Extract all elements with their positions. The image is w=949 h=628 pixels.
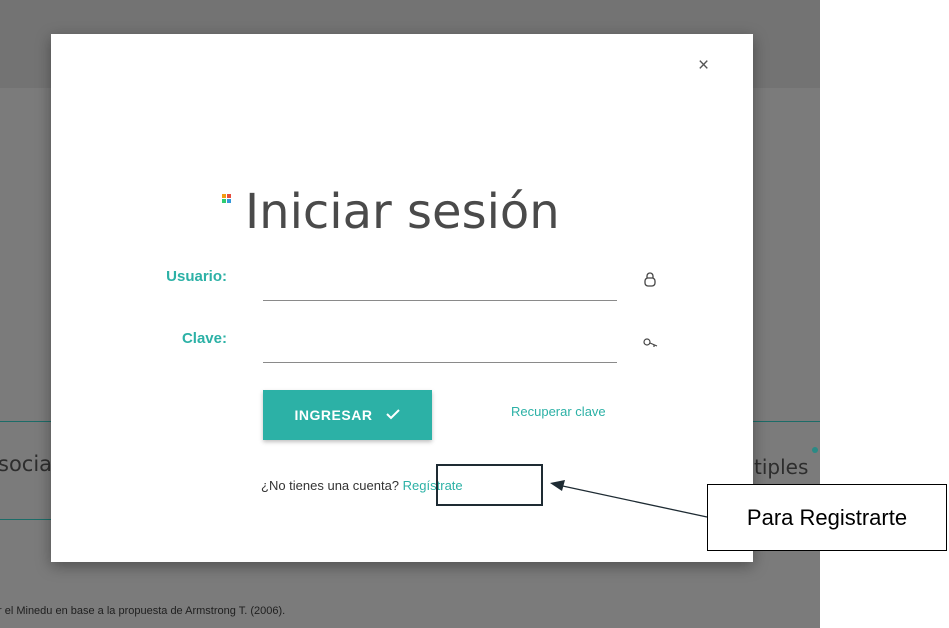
login-button[interactable]: INGRESAR: [263, 390, 432, 440]
modal-title: Iniciar sesión: [245, 184, 560, 240]
page-backdrop: socia tiples r el Minedu en base a la pr…: [0, 0, 820, 628]
callout-box: Para Registrarte: [707, 484, 947, 551]
background-card-title-left: socia: [0, 452, 53, 476]
brand-logo-icon: [222, 194, 232, 204]
username-input[interactable]: [263, 270, 617, 301]
register-highlight-box: [436, 464, 543, 506]
password-input[interactable]: [263, 332, 617, 363]
close-icon[interactable]: ×: [698, 56, 709, 75]
background-card-title-right: tiples: [754, 455, 809, 479]
background-dot: [812, 447, 818, 453]
background-footnote: r el Minedu en base a la propuesta de Ar…: [0, 605, 286, 617]
register-prompt: ¿No tienes una cuenta? Regístrate: [261, 478, 463, 493]
recover-password-link[interactable]: Recuperar clave: [511, 404, 606, 419]
register-prompt-text: ¿No tienes una cuenta?: [261, 478, 400, 493]
password-label: Clave:: [181, 330, 227, 347]
login-button-label: INGRESAR: [294, 407, 373, 423]
login-modal: × Iniciar sesión Usuario: Clave: INGRESA…: [51, 34, 753, 562]
key-icon: [643, 336, 659, 352]
username-label: Usuario:: [166, 268, 227, 285]
user-icon: [643, 272, 657, 291]
check-icon: [386, 407, 401, 423]
